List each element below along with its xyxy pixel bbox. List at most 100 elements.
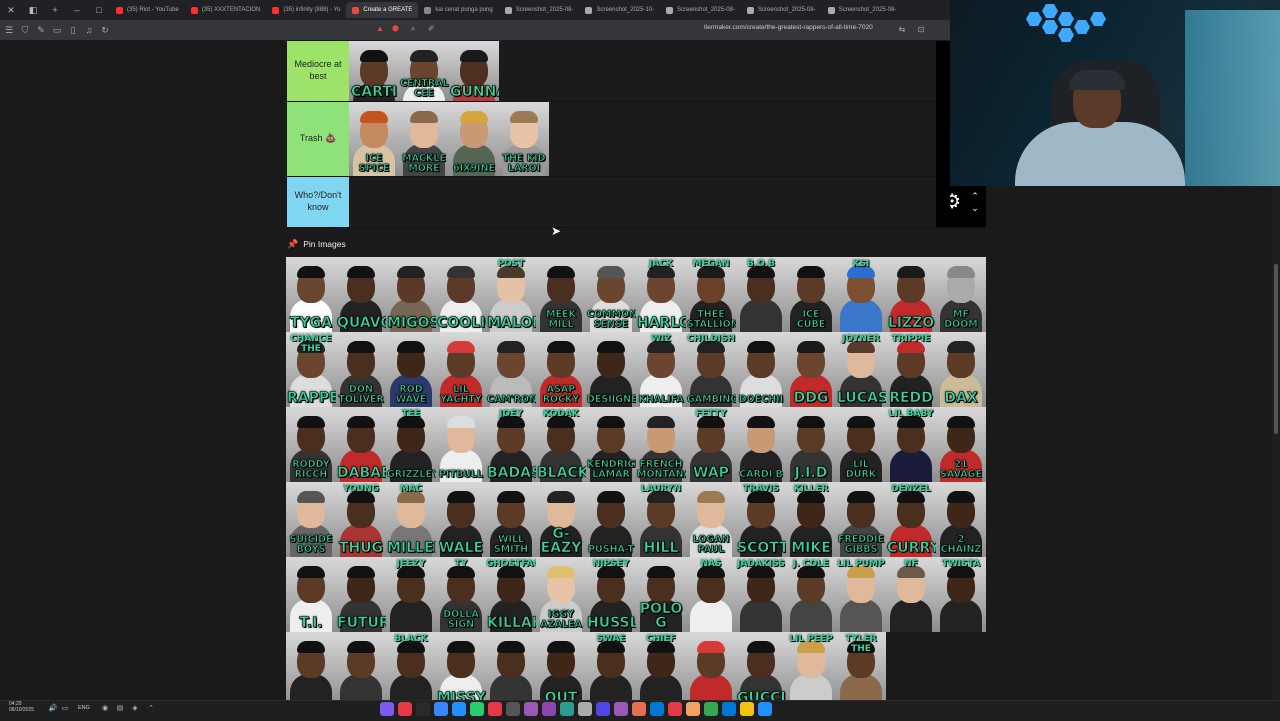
rapper-tile[interactable] bbox=[286, 632, 336, 707]
close-window-icon[interactable]: ✕ bbox=[4, 3, 18, 17]
taskbar-app-icon[interactable] bbox=[380, 702, 394, 716]
rapper-tile[interactable]: JEEZY bbox=[386, 557, 436, 632]
restore-icon[interactable]: ◧ bbox=[26, 3, 40, 17]
taskbar-app-icon[interactable] bbox=[524, 702, 538, 716]
menu-icon[interactable]: ☰ bbox=[2, 23, 16, 37]
browser-tab[interactable]: (35) Riot - YouTube bbox=[110, 2, 185, 18]
rapper-tile[interactable]: FREDDIE GIBBS bbox=[836, 482, 886, 557]
rapper-tile[interactable]: MIGOS bbox=[386, 257, 436, 332]
page-scrollbar[interactable] bbox=[1272, 186, 1280, 700]
tier-items[interactable]: ICE SPICE MACKLE MORE 6IX9INE THE KID LAROI bbox=[349, 102, 986, 176]
network-icon[interactable]: ▭ bbox=[60, 704, 70, 714]
rapper-tile[interactable]: PITBULL bbox=[436, 407, 486, 482]
rapper-tile[interactable]: JOYNER LUCAS bbox=[836, 332, 886, 407]
rapper-tile[interactable]: IGGY AZALEA bbox=[536, 557, 586, 632]
rapper-tile[interactable]: KILLER MIKE bbox=[786, 482, 836, 557]
rapper-tile[interactable]: YOUNG THUG bbox=[336, 482, 386, 557]
sidebar-icon[interactable]: ▯ bbox=[66, 23, 80, 37]
rapper-tile[interactable]: LIL YACHTY bbox=[436, 332, 486, 407]
taskbar-app-icon[interactable] bbox=[452, 702, 466, 716]
rapper-tile[interactable]: THE KID LAROI bbox=[499, 102, 549, 176]
rapper-tile[interactable]: MEGAN THEE STALLION bbox=[686, 257, 736, 332]
rapper-tile[interactable]: CHIEF bbox=[636, 632, 686, 707]
copy-link-icon[interactable]: ⇆ bbox=[895, 23, 909, 37]
rapper-tile[interactable]: NAS bbox=[686, 557, 736, 632]
browser-tab[interactable]: Screenshot_2025-10- bbox=[579, 2, 660, 18]
rapper-tile[interactable]: CHANCE THE RAPPER bbox=[286, 332, 336, 407]
rapper-tile[interactable]: FUTURE bbox=[336, 557, 386, 632]
rapper-tile[interactable]: KODAK BLACK bbox=[536, 407, 586, 482]
taskbar-app-icon[interactable] bbox=[578, 702, 592, 716]
taskbar-app-icon[interactable] bbox=[470, 702, 484, 716]
tier-label[interactable]: Who?/Don't know bbox=[287, 177, 349, 227]
rapper-tile[interactable]: 2 CHAINZ bbox=[936, 482, 986, 557]
rapper-tile[interactable]: J. COLE bbox=[786, 557, 836, 632]
rapper-tile[interactable]: PUSHA-T bbox=[586, 482, 636, 557]
rapper-tile[interactable]: LIL PUMP bbox=[836, 557, 886, 632]
rapper-tile[interactable]: COMMON SENSE bbox=[586, 257, 636, 332]
rapper-tile[interactable] bbox=[486, 632, 536, 707]
browser-tab[interactable]: Screenshot_2025-08- bbox=[822, 2, 903, 18]
rapper-tile[interactable]: TY DOLLA SIGN bbox=[436, 557, 486, 632]
shield-icon[interactable]: ⛉ bbox=[18, 23, 32, 37]
rapper-tile[interactable]: WILL SMITH bbox=[486, 482, 536, 557]
rapper-tile[interactable]: WALE bbox=[436, 482, 486, 557]
taskbar-app-icon[interactable] bbox=[758, 702, 772, 716]
tray-icon[interactable]: ▤ bbox=[115, 704, 125, 714]
system-clock[interactable]: 04:29 06/10/2025 bbox=[9, 701, 34, 713]
tier-items[interactable]: CARTICENTRAL CEEGUNNA bbox=[349, 41, 986, 101]
scrollbar-thumb[interactable] bbox=[1274, 264, 1278, 434]
rapper-tile[interactable]: MF DOOM bbox=[936, 257, 986, 332]
rapper-tile[interactable]: LIL PEEP bbox=[786, 632, 836, 707]
taskbar-app-icon[interactable] bbox=[488, 702, 502, 716]
rapper-tile[interactable]: TYLER THE bbox=[836, 632, 886, 707]
rapper-tile[interactable]: COOLIO bbox=[436, 257, 486, 332]
taskbar-app-icon[interactable] bbox=[398, 702, 412, 716]
rapper-tile[interactable]: RODDY RICCH bbox=[286, 407, 336, 482]
rapper-tile[interactable]: LIL BABY bbox=[886, 407, 936, 482]
taskbar-app-icon[interactable] bbox=[614, 702, 628, 716]
taskbar-app-icon[interactable] bbox=[542, 702, 556, 716]
rapper-tile[interactable]: POST MALONE bbox=[486, 257, 536, 332]
rapper-tile[interactable]: GUNNA bbox=[449, 41, 499, 101]
rapper-tile[interactable]: TRAVIS SCOTT bbox=[736, 482, 786, 557]
taskbar-app-icon[interactable] bbox=[632, 702, 646, 716]
rapper-tile[interactable]: JOEY BADASS bbox=[486, 407, 536, 482]
rapper-tile[interactable]: QUAVO bbox=[336, 257, 386, 332]
rapper-tile[interactable]: J.I.D bbox=[786, 407, 836, 482]
taskbar-app-icon[interactable] bbox=[650, 702, 664, 716]
alert-icon[interactable]: ▲ bbox=[376, 24, 384, 33]
tray-icon[interactable]: ◈ bbox=[130, 704, 140, 714]
taskbar-app-icon[interactable] bbox=[686, 702, 700, 716]
rapper-tile[interactable]: LIL DURK bbox=[836, 407, 886, 482]
rapper-tile[interactable]: DABABY bbox=[336, 407, 386, 482]
rapper-tile[interactable]: 21 SAVAGE bbox=[936, 407, 986, 482]
rapper-tile[interactable] bbox=[686, 632, 736, 707]
rapper-tile[interactable]: DOECHII bbox=[736, 332, 786, 407]
rapper-tile[interactable]: CHILDISH GAMBINO bbox=[686, 332, 736, 407]
bookmark-icon[interactable]: ✎ bbox=[34, 23, 48, 37]
rapper-tile[interactable]: ICE SPICE bbox=[349, 102, 399, 176]
rapper-tile[interactable]: CAM'RON bbox=[486, 332, 536, 407]
pin-images-header[interactable]: 📌 Pin Images bbox=[287, 237, 346, 251]
rapper-tile[interactable]: LOGAN PAUL bbox=[686, 482, 736, 557]
tier-label[interactable]: Mediocre at best bbox=[287, 41, 349, 101]
taskbar-app-icon[interactable] bbox=[596, 702, 610, 716]
taskbar-app-icon[interactable] bbox=[722, 702, 736, 716]
taskbar-app-icon[interactable] bbox=[434, 702, 448, 716]
browser-tab[interactable]: Screenshot_2025-08- bbox=[499, 2, 580, 18]
rapper-tile[interactable]: MEEK MILL bbox=[536, 257, 586, 332]
browser-tab[interactable]: (35) XXXTENTACION bbox=[185, 2, 267, 18]
browser-tab[interactable]: Screenshot_2025-08- bbox=[741, 2, 822, 18]
rapper-tile[interactable]: G-EAZY bbox=[536, 482, 586, 557]
rapper-tile[interactable] bbox=[336, 632, 386, 707]
rapper-tile[interactable]: MISSY bbox=[436, 632, 486, 707]
maximize-icon[interactable]: □ bbox=[92, 3, 106, 17]
tier-label[interactable]: Trash 💩 bbox=[287, 102, 349, 176]
rapper-tile[interactable]: BLACK bbox=[386, 632, 436, 707]
rapper-tile[interactable]: MAC MILLER bbox=[386, 482, 436, 557]
rapper-tile[interactable]: DESIIGNER bbox=[586, 332, 636, 407]
search-icon[interactable]: ⌕ bbox=[411, 24, 415, 34]
rapper-tile[interactable]: ASAP ROCKY bbox=[536, 332, 586, 407]
taskbar-app-icon[interactable] bbox=[704, 702, 718, 716]
